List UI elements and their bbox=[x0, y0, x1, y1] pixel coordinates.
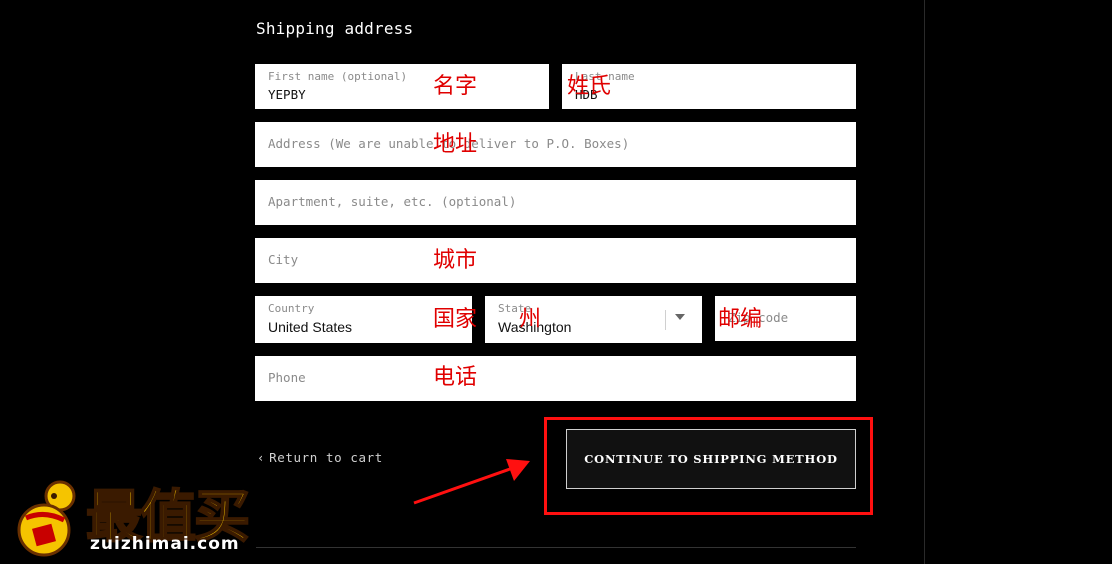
divider bbox=[256, 547, 856, 548]
first-name-label: First name (optional) bbox=[268, 70, 408, 83]
chevron-left-icon: ‹ bbox=[257, 450, 266, 465]
annotation-zip: 邮编 bbox=[718, 307, 763, 332]
city-placeholder: City bbox=[268, 252, 299, 267]
annotation-country: 国家 bbox=[433, 307, 478, 332]
right-panel-divider bbox=[924, 0, 925, 564]
return-to-cart-label: Return to cart bbox=[269, 450, 383, 465]
annotation-last-name: 姓氏 bbox=[567, 74, 612, 99]
annotation-first-name: 名字 bbox=[433, 74, 478, 99]
phone-field[interactable]: Phone bbox=[255, 356, 856, 401]
section-title: Shipping address bbox=[256, 19, 414, 38]
annotation-address: 地址 bbox=[433, 132, 478, 157]
watermark-sub: zuizhimai.com bbox=[90, 534, 240, 554]
annotation-phone: 电话 bbox=[433, 365, 478, 390]
first-name-value: YEPBY bbox=[268, 87, 306, 102]
apartment-placeholder: Apartment, suite, etc. (optional) bbox=[268, 194, 517, 209]
annotation-state: 州 bbox=[519, 307, 542, 332]
watermark-logo: 最值买 zuizhimai.com bbox=[8, 476, 298, 558]
annotation-city: 城市 bbox=[433, 248, 478, 273]
continue-to-shipping-button[interactable]: CONTINUE TO SHIPPING METHOD bbox=[566, 429, 856, 489]
phone-placeholder: Phone bbox=[268, 370, 306, 385]
apartment-field[interactable]: Apartment, suite, etc. (optional) bbox=[255, 180, 856, 225]
return-to-cart-link[interactable]: ‹ Return to cart bbox=[257, 450, 383, 465]
address-field[interactable]: Address (We are unable to deliver to P.O… bbox=[255, 122, 856, 167]
gourd-mascot-icon bbox=[17, 480, 76, 557]
city-field[interactable]: City bbox=[255, 238, 856, 283]
select-separator bbox=[665, 310, 666, 330]
red-arrow-annotation bbox=[413, 459, 530, 505]
country-value: United States bbox=[268, 319, 353, 335]
state-select[interactable]: State Washington bbox=[485, 296, 702, 343]
first-name-field[interactable]: First name (optional) YEPBY bbox=[255, 64, 549, 109]
chevron-down-icon[interactable] bbox=[675, 314, 685, 320]
country-label: Country bbox=[268, 302, 315, 315]
